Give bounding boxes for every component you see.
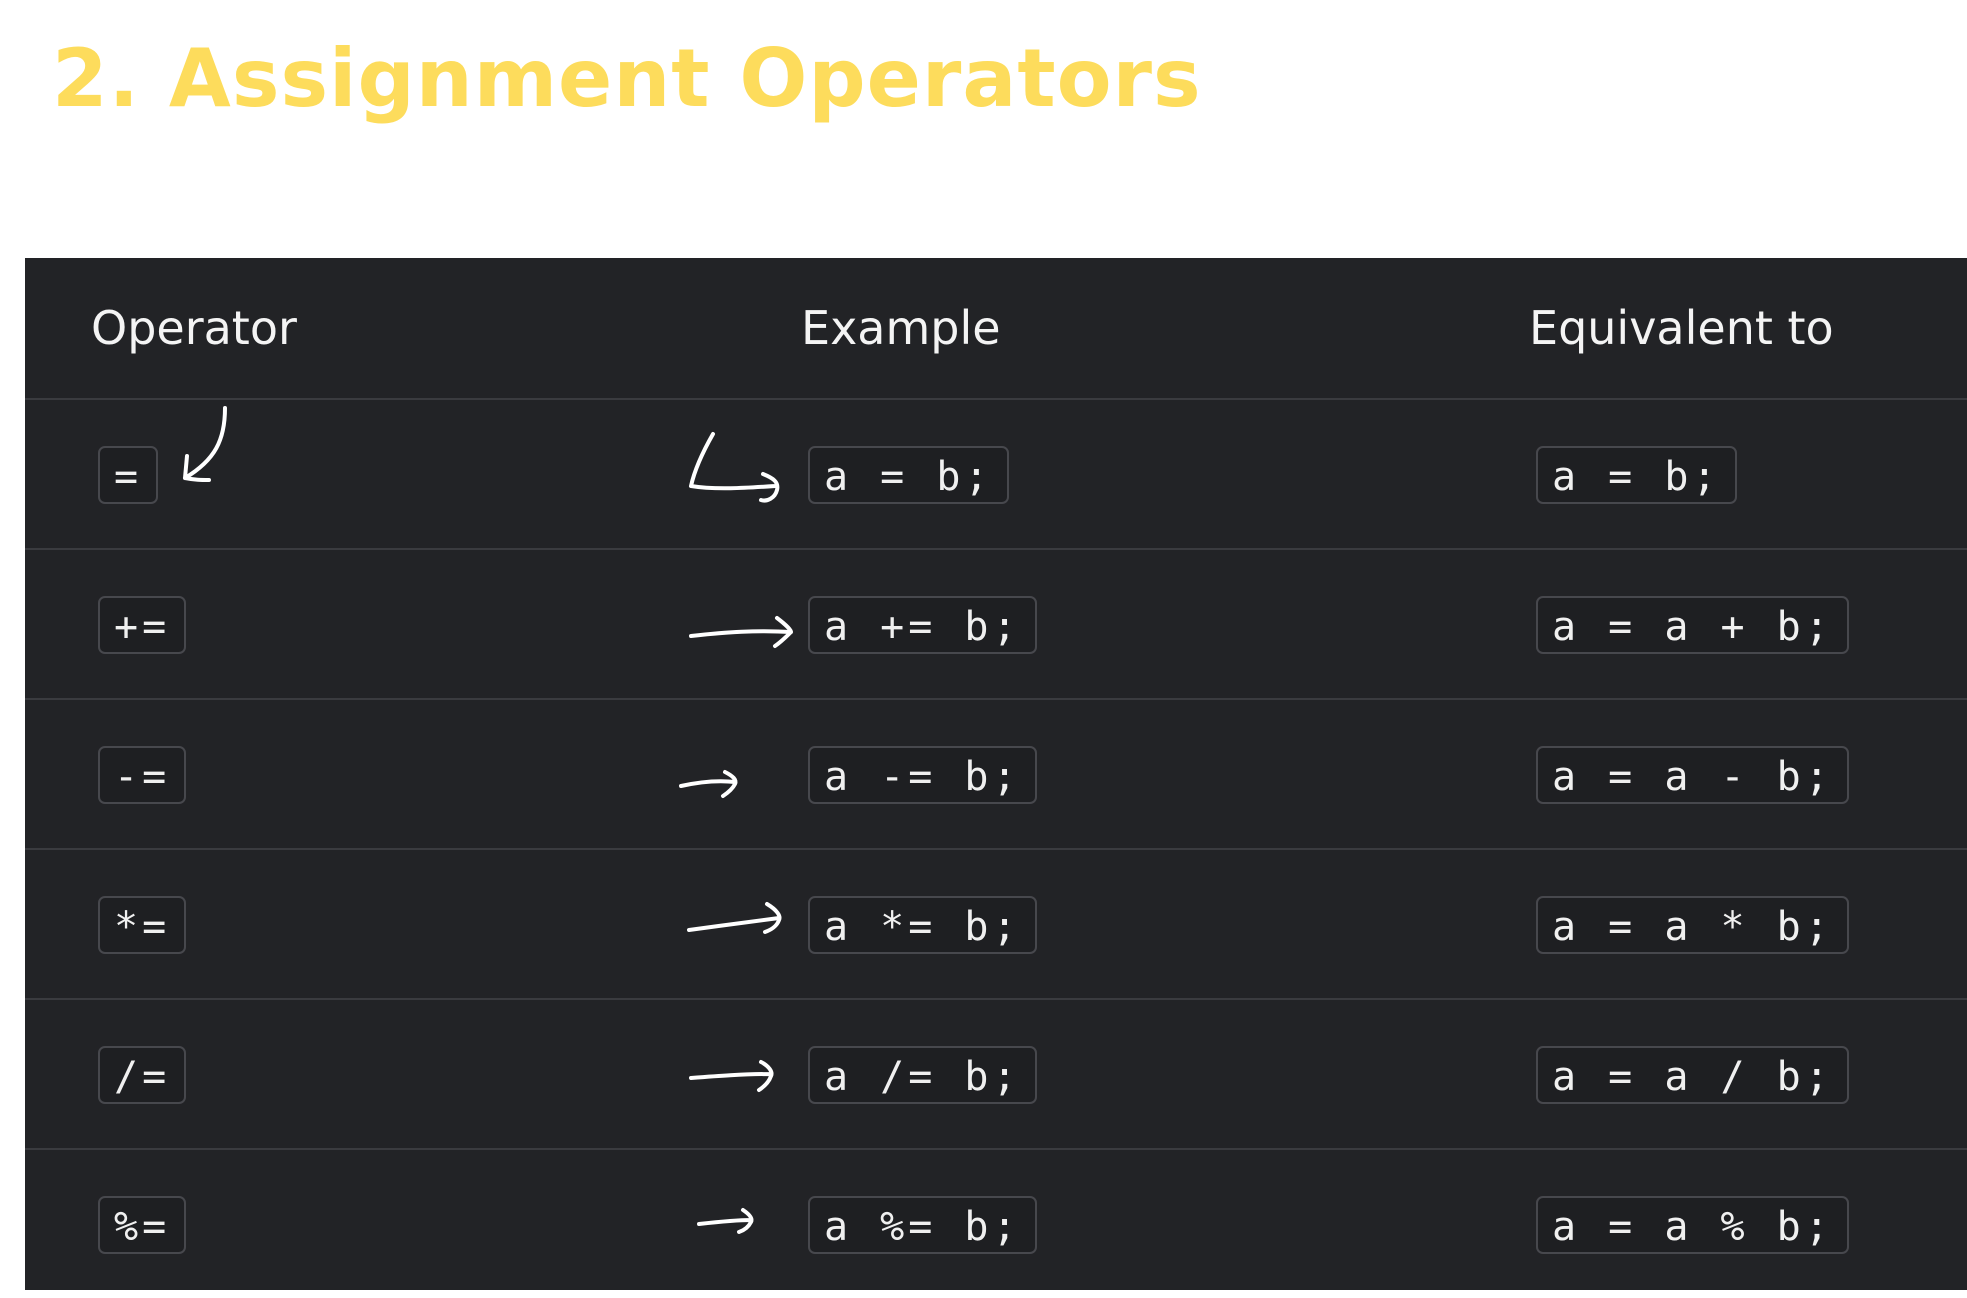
table-row: %= a %= b; a = a % b; [25, 1150, 1967, 1298]
hand-drawn-arrow-icon [689, 1060, 774, 1092]
hand-drawn-arrow-icon [689, 432, 780, 503]
hand-drawn-arrow-icon [687, 902, 782, 934]
example-code: a -= b; [808, 746, 1037, 804]
equivalent-code: a = a / b; [1536, 1046, 1849, 1104]
equivalent-code: a = a - b; [1536, 746, 1849, 804]
table-row: -= a -= b; a = a - b; [25, 700, 1967, 848]
operator-code: += [98, 596, 187, 654]
hand-drawn-arrow-icon [697, 1208, 754, 1234]
table-row: += a += b; a = a + b; [25, 550, 1967, 698]
example-code: a %= b; [808, 1196, 1037, 1254]
operator-code: = [98, 446, 159, 504]
operator-code: %= [98, 1196, 187, 1254]
hand-drawn-arrow-icon [679, 770, 738, 798]
example-code: a += b; [808, 596, 1037, 654]
table-row: *= a *= b; a = a * b; [25, 850, 1967, 998]
example-code: a /= b; [808, 1046, 1037, 1104]
table-row: /= a /= b; a = a / b; [25, 1000, 1967, 1148]
header-equivalent: Equivalent to [1529, 301, 1834, 355]
assignment-operators-table: Operator Example Equivalent to = a = b; … [25, 258, 1967, 1290]
table-row: = a = b; a = b; [25, 400, 1967, 548]
hand-drawn-arrow-icon [183, 406, 227, 482]
operator-code: -= [98, 746, 187, 804]
hand-drawn-arrow-icon [689, 616, 793, 648]
example-code: a = b; [808, 446, 1009, 504]
equivalent-code: a = a + b; [1536, 596, 1849, 654]
equivalent-code: a = a % b; [1536, 1196, 1849, 1254]
example-code: a *= b; [808, 896, 1037, 954]
operator-code: /= [98, 1046, 187, 1104]
page-title: 2. Assignment Operators [52, 32, 1202, 125]
header-operator: Operator [91, 301, 297, 355]
equivalent-code: a = b; [1536, 446, 1737, 504]
header-example: Example [801, 301, 1001, 355]
operator-code: *= [98, 896, 187, 954]
equivalent-code: a = a * b; [1536, 896, 1849, 954]
